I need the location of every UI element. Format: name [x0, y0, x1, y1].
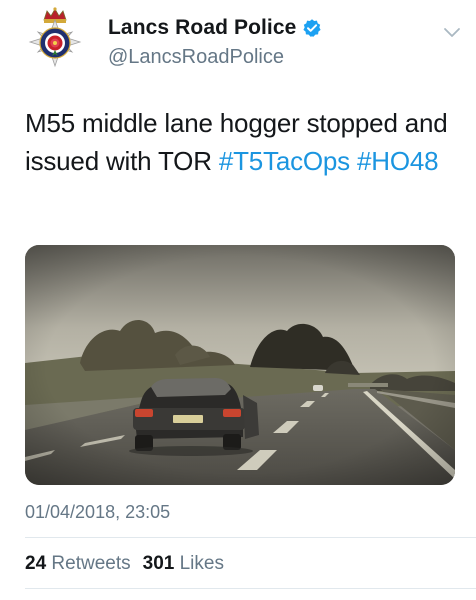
tweet-stats: 24 Retweets 301 Likes [25, 553, 224, 575]
police-crest-icon [28, 7, 82, 68]
retweets-label: Retweets [51, 553, 131, 574]
author-display-name[interactable]: Lancs Road Police [108, 16, 296, 40]
avatar[interactable] [25, 6, 85, 74]
divider [25, 537, 476, 538]
likes-count: 301 [142, 553, 175, 574]
hashtag-ho48[interactable]: #HO48 [357, 146, 439, 176]
tweet-header: Lancs Road Police @LancsRoadPolice [25, 6, 465, 76]
divider [25, 588, 476, 589]
chevron-down-icon[interactable] [443, 26, 461, 38]
motorway-car-photo [25, 245, 455, 485]
retweets-stat[interactable]: 24 Retweets [25, 553, 131, 575]
author-name-row: Lancs Road Police [108, 16, 322, 40]
tweet-card: Lancs Road Police @LancsRoadPolice M55 m… [0, 0, 476, 600]
likes-label: Likes [179, 553, 224, 574]
author-handle[interactable]: @LancsRoadPolice [108, 46, 284, 69]
tweet-timestamp[interactable]: 01/04/2018, 23:05 [25, 502, 170, 523]
tweet-media-photo[interactable] [25, 245, 455, 485]
verified-badge-icon [302, 18, 322, 38]
hashtag-t5tacops[interactable]: #T5TacOps [219, 146, 350, 176]
retweets-count: 24 [25, 553, 47, 574]
likes-stat[interactable]: 301 Likes [143, 553, 224, 575]
tweet-text: M55 middle lane hogger stopped and issue… [25, 104, 465, 180]
